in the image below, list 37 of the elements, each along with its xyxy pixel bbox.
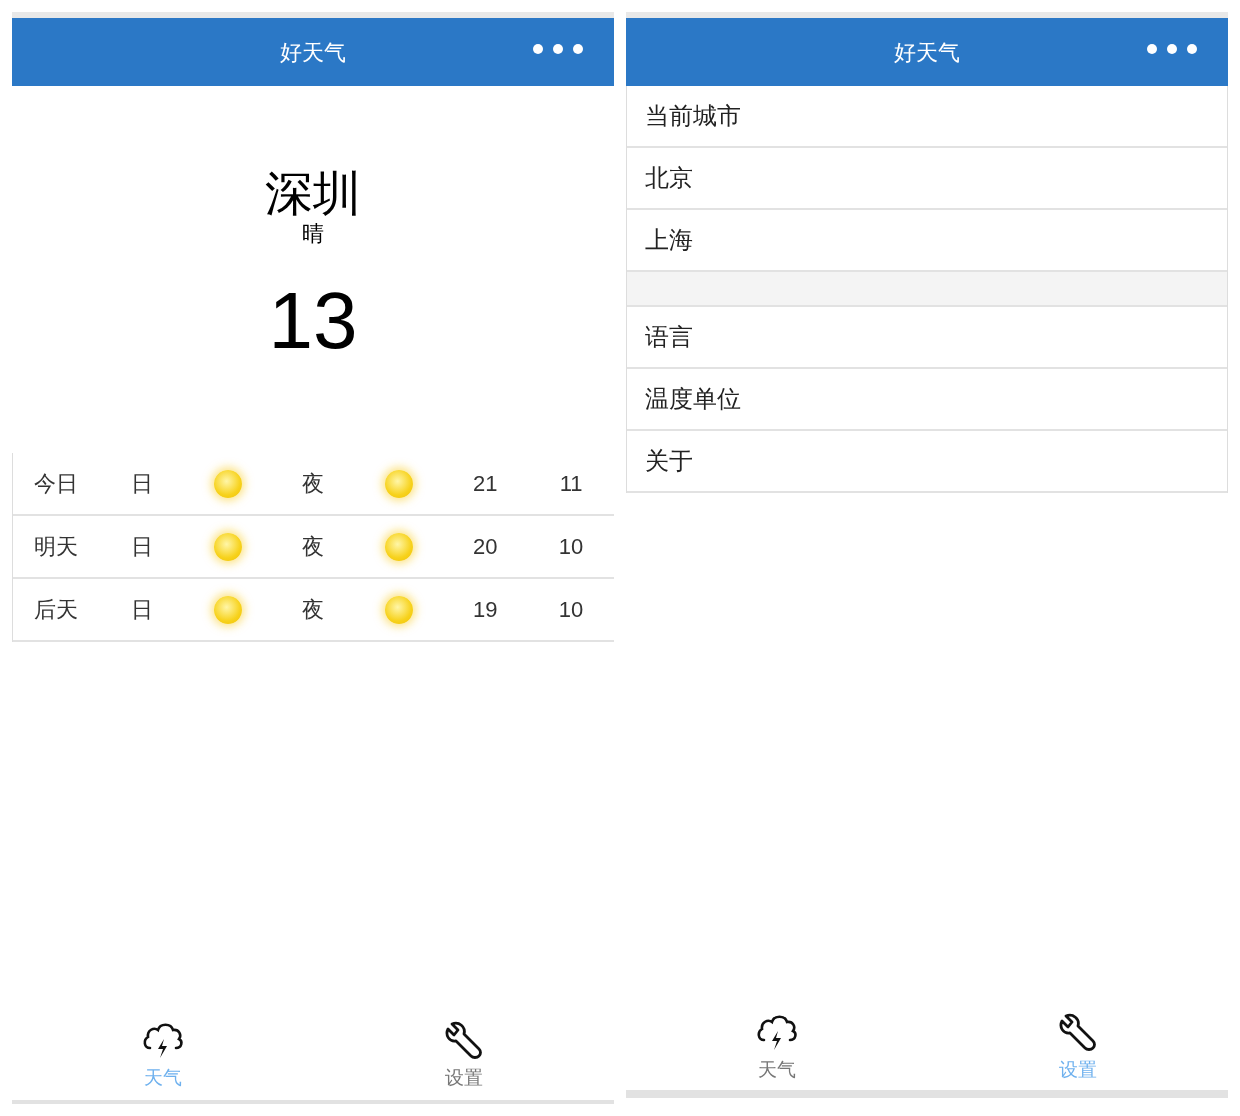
table-cell-text: 11: [559, 470, 583, 498]
city-name: 深圳: [265, 166, 361, 222]
sun-icon: [385, 595, 414, 624]
sun-icon: [213, 469, 242, 498]
table-cell-text: 日: [130, 533, 153, 561]
table-cell-text: 21: [472, 470, 498, 498]
sun-icon: [213, 532, 242, 561]
app-title: 好天气: [280, 38, 346, 67]
settings-item[interactable]: 语言: [627, 307, 1227, 369]
table-cell-text: 今日: [33, 470, 78, 498]
more-dots-icon: [532, 43, 584, 55]
settings-item[interactable]: 温度单位: [627, 369, 1227, 431]
table-cell-text: 日: [130, 596, 153, 624]
table-cell-text: 夜: [302, 470, 325, 498]
tab-button[interactable]: 天气: [626, 1009, 927, 1084]
table-cell-text: 20: [472, 533, 498, 561]
tab-button[interactable]: 设置: [313, 1017, 614, 1092]
table-cell-text: 19: [472, 596, 498, 624]
sun-icon: [385, 532, 414, 561]
settings-item[interactable]: 北京: [627, 148, 1227, 210]
more-menu-button[interactable]: [1146, 43, 1198, 55]
more-menu-button[interactable]: [532, 43, 584, 55]
app-title: 好天气: [894, 38, 960, 67]
table-cell-text: 明天: [33, 533, 78, 561]
more-dots-icon: [1146, 43, 1198, 55]
table-cell-text: 10: [558, 596, 584, 624]
table-cell-text: 日: [130, 470, 153, 498]
sun-icon: [385, 469, 414, 498]
sun-icon: [213, 595, 242, 624]
table-cell-text: 夜: [302, 533, 325, 561]
table-cell-text: 夜: [302, 596, 325, 624]
weather-condition: 晴: [302, 222, 324, 246]
table-cell-text: 10: [558, 533, 584, 561]
temperature: 13: [268, 276, 358, 366]
settings-item[interactable]: 关于: [627, 431, 1227, 493]
table-cell-text: 后天: [33, 596, 78, 624]
settings-item[interactable]: 当前城市: [627, 86, 1227, 148]
